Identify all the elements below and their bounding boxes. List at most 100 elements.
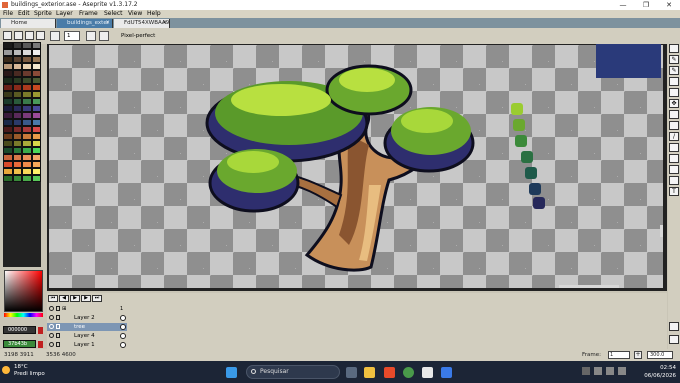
- menu-help[interactable]: Help: [147, 10, 161, 18]
- cel-icon[interactable]: [120, 324, 126, 330]
- background-color-button[interactable]: 37b43b: [3, 340, 36, 348]
- palette-swatch[interactable]: [31, 77, 41, 84]
- pencil-tool-icon[interactable]: ✎: [669, 55, 679, 64]
- palette-options-icon[interactable]: [36, 31, 45, 40]
- menu-view[interactable]: View: [128, 10, 142, 18]
- first-frame-button[interactable]: ⏮: [48, 295, 58, 302]
- palette-swatch[interactable]: [22, 112, 32, 119]
- last-frame-button[interactable]: ⏭: [92, 295, 102, 302]
- palette-presets-icon[interactable]: [25, 31, 34, 40]
- chrome-icon[interactable]: [403, 367, 414, 378]
- file-explorer-icon[interactable]: [364, 367, 375, 378]
- task-view-icon[interactable]: [346, 367, 357, 378]
- windows-start-icon[interactable]: [226, 367, 237, 378]
- tray-chevron-icon[interactable]: [582, 367, 590, 375]
- palette-swatch[interactable]: [22, 77, 32, 84]
- ink-type-icon[interactable]: [99, 31, 109, 41]
- palette-swatch[interactable]: [31, 154, 41, 161]
- weather-widget[interactable]: 18°C Predi limpo: [14, 364, 45, 378]
- palette-edit-icon[interactable]: [3, 31, 12, 40]
- palette-swatch[interactable]: [31, 84, 41, 91]
- palette-swatch[interactable]: [31, 140, 41, 147]
- app-icon[interactable]: [441, 367, 452, 378]
- layer-row[interactable]: Layer 2: [47, 314, 127, 322]
- layout-toggle-icon[interactable]: [669, 322, 679, 331]
- menu-select[interactable]: Select: [104, 10, 123, 18]
- tab-close-icon[interactable]: ✕: [162, 19, 167, 28]
- palette-swatch[interactable]: [31, 161, 41, 168]
- palette-swatch[interactable]: [22, 91, 32, 98]
- palette-swatch[interactable]: [22, 154, 32, 161]
- palette-swatch[interactable]: [3, 49, 13, 56]
- layer-row[interactable]: Layer 4: [47, 332, 127, 340]
- palette-swatch[interactable]: [22, 119, 32, 126]
- palette-swatch[interactable]: [22, 147, 32, 154]
- brush-type-button[interactable]: [50, 31, 60, 41]
- palette-swatch[interactable]: [31, 168, 41, 175]
- palette-swatch[interactable]: [31, 98, 41, 105]
- palette-swatch[interactable]: [22, 140, 32, 147]
- palette-swatch[interactable]: [12, 49, 22, 56]
- tab-fdut54[interactable]: FdUT54XWBAA9 ✕: [114, 19, 170, 28]
- palette-swatch[interactable]: [12, 84, 22, 91]
- palette-swatch[interactable]: [12, 112, 22, 119]
- palette-swatch[interactable]: [3, 161, 13, 168]
- app-icon[interactable]: [384, 367, 395, 378]
- menu-layer[interactable]: Layer: [56, 10, 73, 18]
- zoom-input[interactable]: 300.0: [647, 351, 673, 359]
- blur-tool-icon[interactable]: [669, 165, 679, 174]
- palette-swatch[interactable]: [31, 147, 41, 154]
- layer-row[interactable]: Layer 1: [47, 341, 127, 349]
- palette-swatch[interactable]: [3, 70, 13, 77]
- text-tool-icon[interactable]: T: [669, 187, 679, 196]
- palette-swatch[interactable]: [22, 49, 32, 56]
- palette-swatch[interactable]: [22, 126, 32, 133]
- palette-swatch[interactable]: [3, 147, 13, 154]
- palette-swatch[interactable]: [31, 70, 41, 77]
- palette-swatch[interactable]: [12, 77, 22, 84]
- palette-swatch[interactable]: [12, 168, 22, 175]
- palette-swatch[interactable]: [22, 63, 32, 70]
- palette-swatch[interactable]: [22, 70, 32, 77]
- layer-row[interactable]: ⊞ 1: [47, 305, 127, 313]
- visibility-eye-icon[interactable]: [49, 306, 54, 311]
- palette-swatch[interactable]: [31, 175, 41, 182]
- palette-swatch[interactable]: [22, 56, 32, 63]
- add-frame-icon[interactable]: +: [634, 351, 642, 359]
- cel-icon[interactable]: [120, 342, 126, 348]
- palette-swatch[interactable]: [12, 105, 22, 112]
- palette-swatch[interactable]: [31, 91, 41, 98]
- palette-swatch[interactable]: [22, 98, 32, 105]
- palette-swatch[interactable]: [12, 98, 22, 105]
- move-tool-icon[interactable]: ✥: [669, 99, 679, 108]
- visibility-eye-icon[interactable]: [49, 342, 54, 347]
- lock-icon[interactable]: [56, 342, 60, 347]
- palette-swatch[interactable]: [12, 140, 22, 147]
- close-button[interactable]: ✕: [658, 0, 680, 10]
- palette-swatch[interactable]: [31, 126, 41, 133]
- palette-swatch[interactable]: [22, 133, 32, 140]
- palette-swatch[interactable]: [12, 126, 22, 133]
- palette-sort-icon[interactable]: [14, 31, 23, 40]
- battery-icon[interactable]: [618, 367, 626, 375]
- palette-swatch[interactable]: [12, 161, 22, 168]
- palette-swatch[interactable]: [12, 147, 22, 154]
- marquee-tool-icon[interactable]: [669, 44, 679, 53]
- palette-swatch[interactable]: [3, 63, 13, 70]
- maximize-button[interactable]: ❐: [635, 0, 657, 10]
- palette-swatch[interactable]: [31, 63, 41, 70]
- lock-icon[interactable]: [56, 333, 60, 338]
- visibility-eye-icon[interactable]: [49, 324, 54, 329]
- palette-swatch[interactable]: [31, 133, 41, 140]
- palette-swatch[interactable]: [12, 119, 22, 126]
- foreground-color-button[interactable]: 000000: [3, 326, 36, 334]
- palette-swatch[interactable]: [22, 168, 32, 175]
- palette-swatch[interactable]: [22, 175, 32, 182]
- palette-swatch[interactable]: [22, 161, 32, 168]
- palette-swatch[interactable]: [12, 154, 22, 161]
- palette-swatch[interactable]: [3, 119, 13, 126]
- previous-frame-button[interactable]: ◀: [59, 295, 69, 302]
- layer-row-selected[interactable]: tree: [47, 323, 127, 331]
- lock-icon[interactable]: [56, 315, 60, 320]
- palette-swatch[interactable]: [12, 175, 22, 182]
